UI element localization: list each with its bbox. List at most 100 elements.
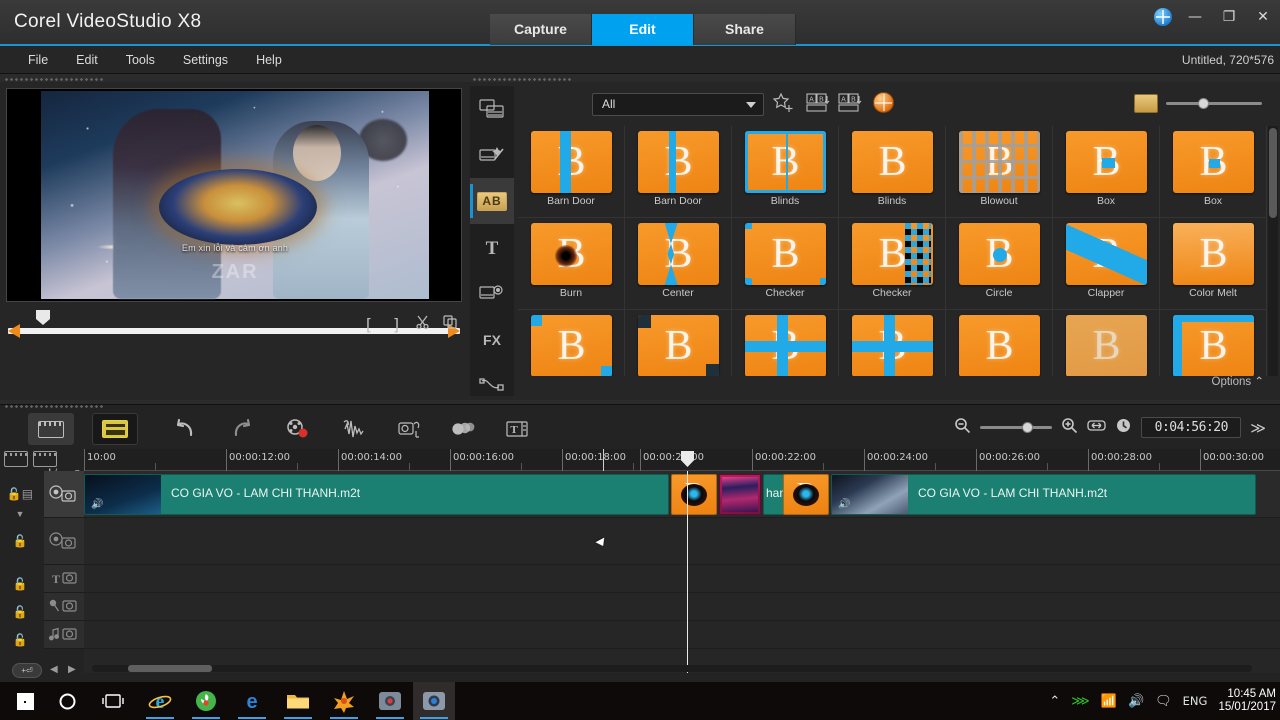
transition-item[interactable]: B	[518, 310, 625, 376]
mark-out-button[interactable]: ]	[385, 314, 407, 336]
sound-mixer-button[interactable]	[387, 413, 433, 445]
options-button[interactable]: Options ⌃	[1212, 374, 1264, 388]
action-center-icon[interactable]: 🗨	[1155, 694, 1172, 709]
timeline-clip[interactable]: 🔊 CO GIA VO - LAM CHI THANH.m2t	[831, 474, 1256, 515]
transition-item[interactable]: B Clapper	[1053, 218, 1160, 310]
file-explorer-icon[interactable]	[277, 682, 319, 720]
transition-item[interactable]: B Color Melt	[1160, 218, 1267, 310]
clock[interactable]: 10:45 AM 15/01/2017	[1218, 688, 1276, 714]
timeline-playhead-marker[interactable]	[681, 451, 694, 467]
transition-thumbnail[interactable]: B	[1066, 223, 1147, 285]
transition-item[interactable]: B Circle	[946, 218, 1053, 310]
sidebar-item-filter[interactable]	[470, 132, 514, 178]
timeline-hscrollbar[interactable]	[92, 665, 1252, 672]
timeline-hscrollbar-thumb[interactable]	[128, 665, 212, 672]
transition-item[interactable]: B Barn Door	[625, 126, 732, 218]
restore-button[interactable]: ❐	[1218, 8, 1240, 26]
transition-item[interactable]: B	[839, 310, 946, 376]
thumbnail-size-knob[interactable]	[1198, 98, 1209, 109]
timeline-clip[interactable]: B	[783, 474, 829, 515]
timeline-clip[interactable]	[719, 474, 761, 515]
tab-capture[interactable]: Capture	[490, 14, 592, 45]
transition-item[interactable]: B Blowout	[946, 126, 1053, 218]
transition-thumbnail[interactable]: B	[1173, 315, 1254, 376]
nvidia-icon[interactable]: ⋙	[1071, 694, 1090, 709]
transition-thumbnail[interactable]: B	[531, 315, 612, 376]
videostudio-icon[interactable]	[413, 682, 455, 720]
fit-to-window-icon[interactable]	[1087, 418, 1106, 437]
video-track-1-expand-icon[interactable]: ▼	[6, 509, 34, 519]
zoom-in-icon[interactable]	[1061, 417, 1078, 438]
redo-button[interactable]	[219, 413, 265, 445]
transition-item[interactable]: B Barn Door	[518, 126, 625, 218]
transition-thumbnail[interactable]: B	[959, 223, 1040, 285]
close-button[interactable]: ✕	[1252, 8, 1274, 26]
zoom-out-icon[interactable]	[954, 417, 971, 438]
library-globe-icon[interactable]	[873, 92, 894, 113]
add-track-button[interactable]: +⏎	[12, 663, 42, 678]
timeline-playhead[interactable]	[687, 471, 688, 673]
transition-thumbnail[interactable]: B	[745, 223, 826, 285]
undo-button[interactable]	[162, 413, 208, 445]
multi-trim-button[interactable]: T	[494, 413, 540, 445]
sidebar-item-media[interactable]	[470, 86, 514, 132]
transition-thumbnail[interactable]: B	[745, 131, 826, 193]
start-button[interactable]	[4, 682, 46, 720]
cortana-search-icon[interactable]	[46, 682, 88, 720]
scroll-right-button[interactable]: ▶	[68, 664, 76, 675]
show-hidden-icons-icon[interactable]: ⌃	[1049, 694, 1060, 709]
sort-ab-alt-icon[interactable]: A B	[838, 92, 864, 116]
add-favorite-icon[interactable]	[772, 92, 798, 116]
track-manager-icon[interactable]	[4, 451, 28, 467]
voice-track[interactable]	[84, 593, 1280, 621]
internet-explorer-icon[interactable]: e	[139, 682, 181, 720]
task-view-icon[interactable]	[92, 682, 134, 720]
library-scrollbar-thumb[interactable]	[1269, 128, 1277, 218]
corel-icon[interactable]	[185, 682, 227, 720]
transition-thumbnail[interactable]: B	[959, 131, 1040, 193]
sidebar-item-path[interactable]	[470, 362, 514, 408]
transition-thumbnail[interactable]: B	[852, 315, 933, 376]
transition-thumbnail[interactable]: B	[852, 223, 933, 285]
scrub-playhead[interactable]	[36, 310, 50, 325]
trim-start-handle[interactable]	[8, 324, 20, 338]
video-track-1-lock-icon[interactable]: 🔓▤	[6, 487, 34, 501]
transition-thumbnail[interactable]: B	[638, 131, 719, 193]
timeline-zoom-knob[interactable]	[1022, 422, 1034, 433]
corel-paintshop-icon[interactable]	[323, 682, 365, 720]
minimize-button[interactable]: —	[1184, 8, 1206, 26]
edge-icon[interactable]: e	[231, 682, 273, 720]
track-header-video-1[interactable]	[44, 471, 84, 518]
menu-file[interactable]: File	[14, 46, 62, 74]
preview-video-frame[interactable]: Em xin lỗi và cảm ơn anh ZAR	[6, 88, 462, 302]
music-track[interactable]	[84, 621, 1280, 649]
volume-icon[interactable]: 🔊	[1128, 694, 1144, 709]
library-view-toggle[interactable]	[1134, 94, 1158, 113]
transition-thumbnail[interactable]: B	[638, 223, 719, 285]
menu-edit[interactable]: Edit	[62, 46, 112, 74]
storyboard-view-button[interactable]	[28, 413, 74, 445]
tab-edit[interactable]: Edit	[592, 14, 694, 45]
video-track-2-lock-icon[interactable]: 🔓	[6, 534, 34, 548]
motion-tracking-button[interactable]	[440, 413, 486, 445]
language-indicator[interactable]: ENG	[1183, 694, 1208, 708]
transition-thumbnail[interactable]: B	[852, 131, 933, 193]
title-track-lock-icon[interactable]: 🔓	[6, 577, 34, 591]
library-scrollbar[interactable]	[1268, 126, 1278, 376]
mark-in-button[interactable]: [	[358, 314, 380, 336]
transition-item[interactable]: B Box	[1053, 126, 1160, 218]
timeline-clip[interactable]: B	[671, 474, 717, 515]
sort-ab-icon[interactable]: A B	[806, 92, 832, 116]
network-icon[interactable]: 📶	[1101, 694, 1117, 709]
track-layout-icon[interactable]	[33, 451, 57, 467]
transition-thumbnail[interactable]: B	[1066, 315, 1147, 376]
music-track-lock-icon[interactable]: 🔓	[6, 633, 34, 647]
transition-thumbnail[interactable]: B	[531, 131, 612, 193]
timeline-menu-icon[interactable]: ≫	[1250, 419, 1266, 437]
timeline-total-duration[interactable]: 0:04:56:20	[1141, 417, 1242, 438]
transition-item[interactable]: B Blinds	[839, 126, 946, 218]
sidebar-item-transitions[interactable]: AB	[470, 178, 514, 224]
timeline-ruler[interactable]: 10:00 00:00:12:00 00:00:14:00 00:00:16:0…	[84, 449, 1280, 471]
menu-settings[interactable]: Settings	[169, 46, 242, 74]
track-header-title[interactable]: T	[44, 565, 84, 593]
